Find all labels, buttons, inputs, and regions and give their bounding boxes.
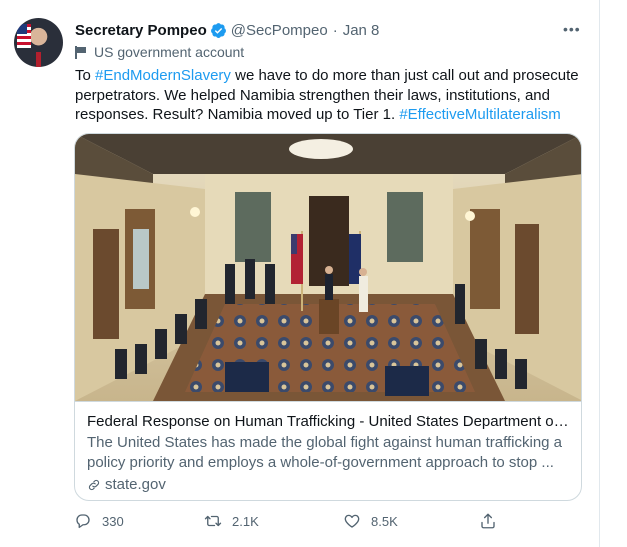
share-icon (481, 513, 495, 529)
reply-icon (76, 514, 90, 529)
hashtag-link[interactable]: #EndModernSlavery (95, 67, 231, 84)
reply-button[interactable]: 330 (74, 512, 124, 530)
government-label[interactable]: US government account (75, 44, 244, 60)
retweet-count: 2.1K (232, 513, 259, 529)
share-button[interactable] (479, 512, 507, 530)
card-domain-text: state.gov (105, 476, 166, 493)
retweet-button[interactable]: 2.1K (204, 512, 259, 530)
like-button[interactable]: 8.5K (343, 512, 398, 530)
card-domain: state.gov (87, 476, 571, 493)
link-preview-card[interactable]: Federal Response on Human Trafficking - … (74, 133, 582, 501)
reply-count: 330 (102, 513, 124, 529)
card-title[interactable]: Federal Response on Human Trafficking - … (87, 412, 571, 431)
tweet-date[interactable]: Jan 8 (343, 22, 380, 39)
separator-dot: · (332, 21, 338, 39)
heart-icon (344, 514, 360, 528)
verified-badge-icon (210, 22, 226, 38)
author-name[interactable]: Secretary Pompeo (75, 22, 207, 39)
avatar[interactable] (14, 18, 63, 67)
hashtag-link[interactable]: #EffectiveMultilateralism (399, 106, 560, 123)
tweet-actions: 330 2.1K 8.5K (74, 512, 514, 532)
card-image[interactable] (75, 134, 582, 401)
retweet-icon (204, 515, 222, 527)
card-info[interactable]: Federal Response on Human Trafficking - … (75, 401, 581, 500)
us-flag-icon (17, 24, 31, 48)
link-icon (88, 479, 100, 490)
card-description: The United States has made the global fi… (87, 434, 563, 471)
tweet-header: Secretary Pompeo @SecPompeo · Jan 8 (75, 20, 379, 40)
tweet-text: To #EndModernSlavery we have to do more … (75, 66, 585, 125)
more-horizontal-icon[interactable]: ••• (563, 21, 581, 37)
flag-icon (75, 45, 87, 59)
tweet-text-part: To (75, 67, 96, 84)
like-count: 8.5K (371, 513, 398, 529)
tweet[interactable]: Secretary Pompeo @SecPompeo · Jan 8 ••• … (0, 0, 600, 547)
government-label-text: US government account (94, 44, 245, 60)
author-handle[interactable]: @SecPompeo (231, 22, 328, 39)
